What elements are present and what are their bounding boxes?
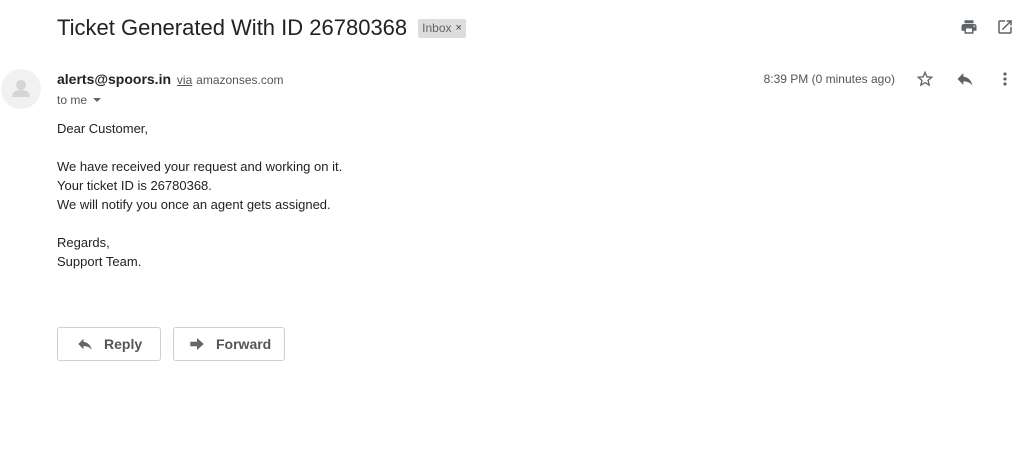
open-in-new-window-icon[interactable]: [995, 17, 1015, 37]
via-link[interactable]: via: [177, 73, 192, 87]
reply-arrow-icon: [76, 335, 94, 353]
body-line: Dear Customer,: [57, 121, 149, 136]
chevron-down-icon: [93, 98, 102, 102]
sender-avatar[interactable]: [1, 69, 41, 109]
star-icon[interactable]: [915, 69, 935, 89]
body-line: We have received your request and workin…: [57, 159, 343, 174]
print-icon[interactable]: [959, 17, 979, 37]
message-actions: [915, 69, 1015, 89]
body-line: Support Team.: [57, 254, 142, 269]
forward-button-label: Forward: [216, 336, 272, 352]
reply-button[interactable]: Reply: [57, 327, 161, 361]
timestamp[interactable]: 8:39 PM (0 minutes ago): [764, 72, 895, 86]
body-line: Your ticket ID is 26780368.: [57, 178, 212, 193]
body-line: Regards,: [57, 235, 110, 250]
label-remove-icon[interactable]: ×: [456, 21, 462, 36]
recipient-details-toggle[interactable]: to me: [57, 93, 102, 107]
email-subject: Ticket Generated With ID 26780368: [57, 15, 408, 40]
email-body: Dear Customer, We have received your req…: [57, 119, 342, 271]
sender-name[interactable]: alerts@spoors.in: [57, 71, 171, 87]
via-domain: amazonses.com: [196, 73, 284, 87]
body-line: [57, 214, 342, 233]
sender-line: alerts@spoors.in via amazonses.com: [57, 71, 284, 87]
message-meta: 8:39 PM (0 minutes ago): [764, 69, 1015, 89]
thread-toolbar: [959, 17, 1015, 37]
forward-arrow-icon: [188, 335, 206, 353]
person-icon: [12, 80, 30, 97]
reply-icon[interactable]: [955, 69, 975, 89]
body-line: We will notify you once an agent gets as…: [57, 197, 331, 212]
forward-button[interactable]: Forward: [173, 327, 285, 361]
more-vert-icon[interactable]: [995, 69, 1015, 89]
reply-button-label: Reply: [104, 336, 143, 352]
body-line: [57, 138, 342, 157]
subject-row: Ticket Generated With ID 26780368 Inbox …: [57, 14, 466, 42]
reply-forward-actions: Reply Forward: [57, 327, 285, 361]
label-chip-inbox[interactable]: Inbox ×: [418, 18, 466, 38]
recipient-text: to me: [57, 93, 88, 107]
label-chip-text: Inbox: [422, 20, 452, 35]
